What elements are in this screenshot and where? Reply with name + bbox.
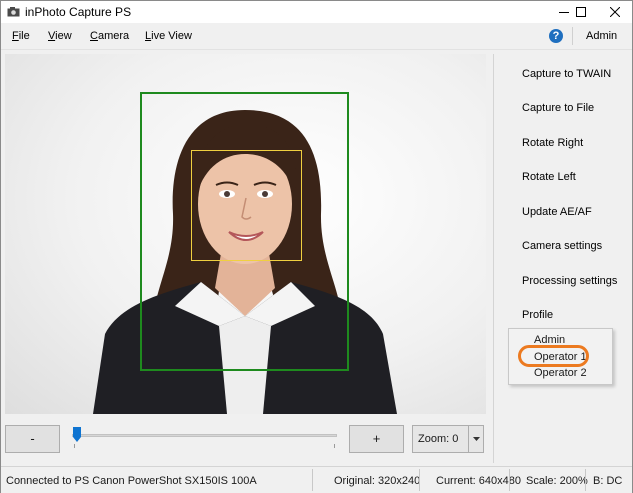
menu-live-view[interactable]: Live View [145,30,192,42]
camera-app-icon [7,7,20,17]
status-scale: Scale: 200% [526,475,588,487]
zoom-in-button[interactable]: + [349,425,404,453]
zoom-slider-thumb[interactable] [73,427,81,442]
menu-file[interactable]: File [12,30,30,42]
capture-to-file-button[interactable]: Capture to File [522,102,594,114]
rotate-left-button[interactable]: Rotate Left [522,171,576,183]
close-button[interactable] [598,1,632,23]
processing-settings-button[interactable]: Processing settings [522,275,617,287]
slider-thumb-icon [73,427,81,442]
status-bar: Connected to PS Canon PowerShot SX150IS … [1,466,632,493]
profile-option-operator-2[interactable]: Operator 2 [534,367,587,379]
highlight-annotation [518,345,589,367]
title-bar[interactable]: inPhoto Capture PS [1,1,632,23]
menu-camera[interactable]: Camera [90,30,129,42]
status-separator [419,469,420,491]
status-separator [585,469,586,491]
zoom-value: Zoom: 0 [418,433,459,445]
zoom-out-button[interactable]: - [5,425,60,453]
status-original: Original: 320x240 [334,475,421,487]
camera-settings-button[interactable]: Camera settings [522,240,602,252]
chevron-down-icon [472,437,480,441]
update-ae-af-button[interactable]: Update AE/AF [522,206,592,218]
app-window: inPhoto Capture PS File View Camera Live… [0,0,633,493]
zoom-dropdown-button[interactable] [468,426,483,452]
menu-view[interactable]: View [48,30,72,42]
zoom-slider-ticks [74,444,335,448]
status-separator [509,469,510,491]
status-connection: Connected to PS Canon PowerShot SX150IS … [6,475,257,487]
menu-separator [572,27,573,45]
profile-button[interactable]: Profile [522,309,553,321]
zoom-select[interactable]: Zoom: 0 [412,425,484,453]
close-icon [610,7,620,17]
maximize-icon [576,7,586,17]
panel-divider [493,54,494,463]
rotate-right-button[interactable]: Rotate Right [522,137,583,149]
face-detection-box [191,150,302,261]
menu-admin[interactable]: Admin [586,30,617,42]
capture-to-twain-button[interactable]: Capture to TWAIN [522,68,611,80]
menu-bar: File View Camera Live View ? Admin [1,23,632,50]
help-icon[interactable]: ? [549,29,563,43]
zoom-slider-track[interactable] [72,434,337,437]
maximize-button[interactable] [564,1,598,23]
status-extra: B: DC [593,475,623,487]
window-title: inPhoto Capture PS [25,5,132,19]
live-preview[interactable] [5,54,486,414]
status-separator [312,469,313,491]
